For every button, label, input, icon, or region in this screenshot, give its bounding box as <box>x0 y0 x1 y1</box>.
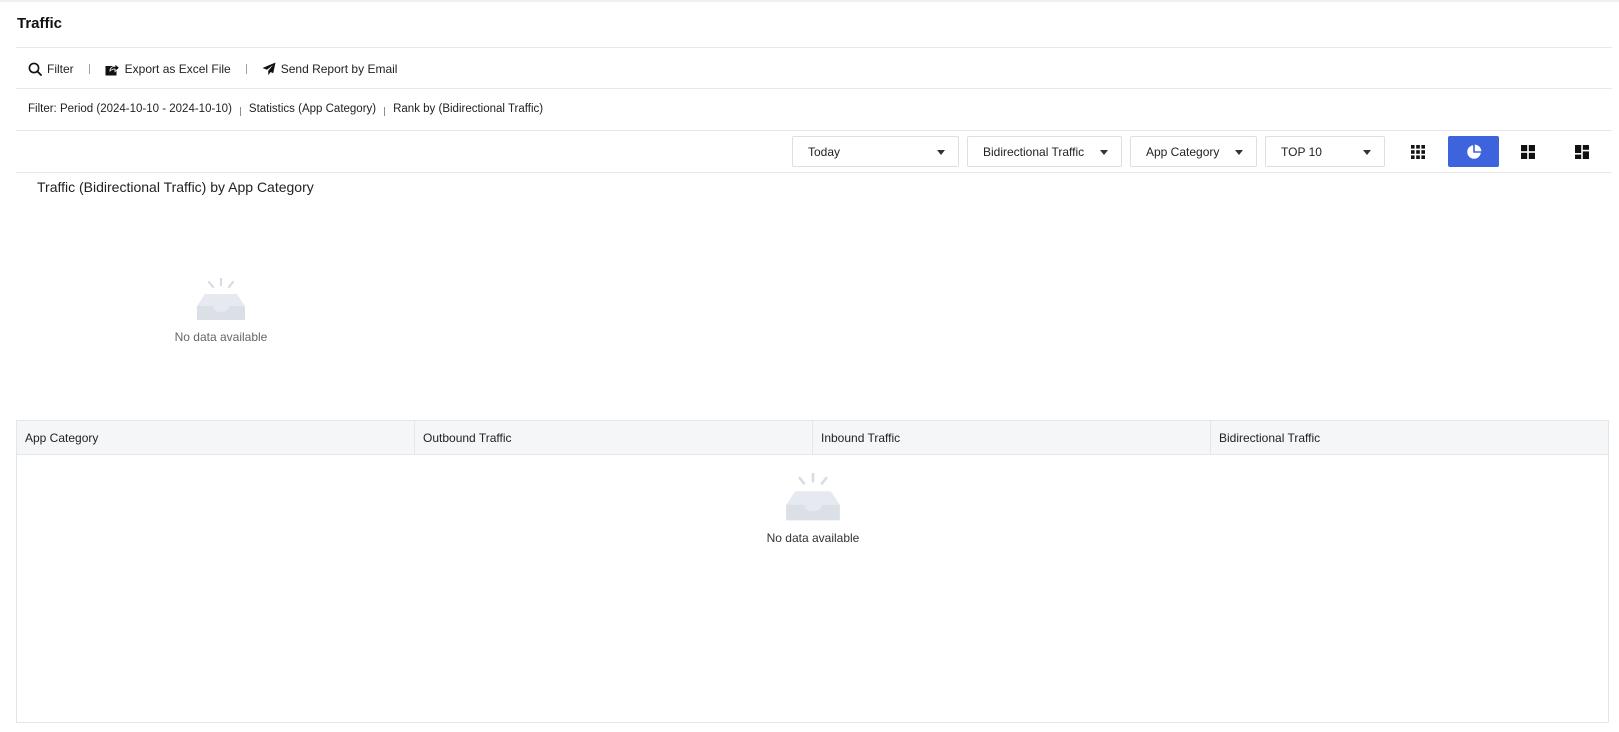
grid-icon <box>1410 144 1425 159</box>
caret-down-icon <box>1363 150 1371 155</box>
filter-separator <box>384 106 386 116</box>
pie-chart-view-button[interactable] <box>1448 136 1499 167</box>
chart-title: Traffic (Bidirectional Traffic) by App C… <box>37 179 314 195</box>
data-table: App Category Outbound Traffic Inbound Tr… <box>16 420 1609 723</box>
period-select[interactable]: Today <box>792 136 959 167</box>
export-excel-button[interactable]: Export as Excel File <box>105 62 231 76</box>
toolbar-separator <box>245 64 247 74</box>
paper-plane-icon <box>262 62 276 76</box>
caret-down-icon <box>1235 150 1243 155</box>
filter-button[interactable]: Filter <box>28 62 74 76</box>
divider <box>16 47 1612 48</box>
metric-select-value: Bidirectional Traffic <box>983 144 1085 159</box>
table-empty-text: No data available <box>766 531 860 545</box>
period-select-value: Today <box>808 144 841 159</box>
filter-statistics: Statistics (App Category) <box>248 103 377 115</box>
chart-empty-text: No data available <box>174 330 268 344</box>
filter-separator <box>239 106 241 116</box>
search-icon <box>28 62 42 76</box>
column-header-app-category[interactable]: App Category <box>17 421 415 454</box>
dashboard-icon <box>1574 144 1589 159</box>
top-select[interactable]: TOP 10 <box>1265 136 1385 167</box>
top-border <box>0 0 1619 2</box>
toolbar: Filter Export as Excel File Send Report … <box>28 59 397 79</box>
filter-rank: Rank by (Bidirectional Traffic) <box>393 103 544 115</box>
grid-view-button[interactable] <box>1392 136 1443 167</box>
send-email-button[interactable]: Send Report by Email <box>262 62 398 76</box>
divider <box>16 130 1612 131</box>
caret-down-icon <box>1100 150 1108 155</box>
top-select-value: TOP 10 <box>1281 144 1322 159</box>
column-header-outbound-traffic[interactable]: Outbound Traffic <box>415 421 813 454</box>
divider <box>16 172 1612 173</box>
empty-inbox-icon <box>197 278 245 320</box>
metric-select[interactable]: Bidirectional Traffic <box>967 136 1122 167</box>
table-header: App Category Outbound Traffic Inbound Tr… <box>17 421 1608 455</box>
filter-period: Filter: Period (2024-10-10 - 2024-10-10) <box>28 103 232 115</box>
send-email-label: Send Report by Email <box>280 62 398 76</box>
column-header-inbound-traffic[interactable]: Inbound Traffic <box>813 421 1211 454</box>
table-empty-state: No data available <box>757 473 869 545</box>
tile-icon <box>1520 144 1535 159</box>
group-select-value: App Category <box>1146 144 1220 159</box>
export-icon <box>105 63 120 76</box>
chart-empty-state: No data available <box>164 278 278 344</box>
page-title: Traffic <box>17 15 63 32</box>
traffic-report-page: Traffic Filter Export as Excel File Send… <box>0 0 1619 732</box>
column-header-bidirectional-traffic[interactable]: Bidirectional Traffic <box>1211 421 1608 454</box>
filter-summary: Filter: Period (2024-10-10 - 2024-10-10)… <box>28 103 544 116</box>
filter-button-label: Filter <box>47 62 74 76</box>
toolbar-separator <box>88 64 90 74</box>
divider <box>16 88 1612 89</box>
dashboard-view-button[interactable] <box>1556 136 1607 167</box>
export-excel-label: Export as Excel File <box>124 62 231 76</box>
pie-chart-icon <box>1466 144 1481 159</box>
empty-inbox-icon <box>786 473 840 521</box>
caret-down-icon <box>937 150 945 155</box>
group-select[interactable]: App Category <box>1130 136 1257 167</box>
tile-view-button[interactable] <box>1502 136 1553 167</box>
